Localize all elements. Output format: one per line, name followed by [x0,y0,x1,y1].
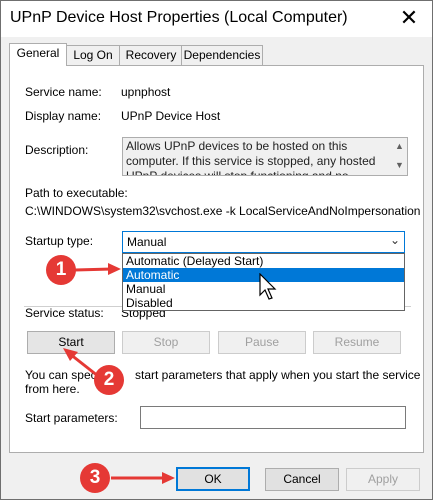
step-3-badge: 3 [80,463,110,493]
annotation-arrows [63,263,175,484]
step-1-badge: 1 [46,255,76,285]
arrow-step-2 [69,352,99,378]
arrow-step-1 [74,267,113,272]
step-2-badge: 2 [94,365,124,395]
mouse-pointer-icon [259,273,277,300]
arrow-head-step-1 [108,263,121,275]
arrow-head-step-3 [162,472,175,484]
